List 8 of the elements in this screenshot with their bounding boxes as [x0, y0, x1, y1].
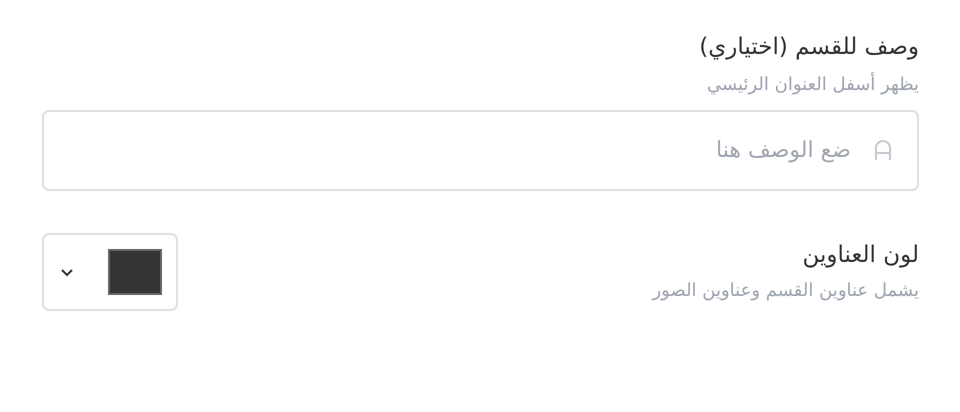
color-picker[interactable]	[42, 233, 178, 311]
field-label: وصف للقسم (اختياري)	[698, 33, 919, 62]
field-hint: يشمل عناوين القسم وعناوين الصور	[652, 279, 919, 303]
field-label: لون العناوين	[801, 241, 919, 270]
field-hint: يظهر أسفل العنوان الرئيسي	[706, 71, 919, 97]
chevron-down-icon	[60, 268, 74, 276]
text-icon	[873, 139, 893, 161]
description-input-field[interactable]: ضع الوصف هنا	[42, 110, 919, 191]
